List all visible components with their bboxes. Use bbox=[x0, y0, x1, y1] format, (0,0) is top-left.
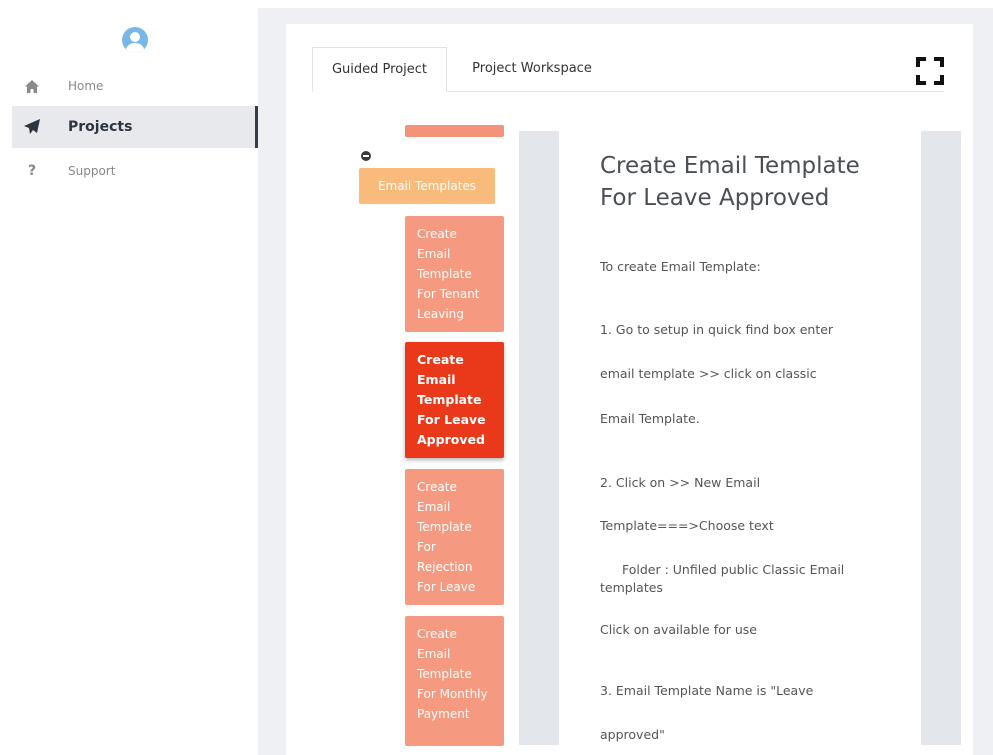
article-paragraph: To create Email Template: bbox=[600, 259, 761, 274]
sidebar-item-label: Home bbox=[68, 79, 104, 93]
tab-bar: Guided Project Project Workspace bbox=[312, 47, 944, 92]
fullscreen-icon[interactable] bbox=[916, 57, 944, 85]
article-paragraph: 2. Click on >> New Email bbox=[600, 475, 761, 490]
article-paragraph: approved" bbox=[600, 727, 665, 742]
paper-plane-icon bbox=[12, 119, 52, 135]
sidebar-item-label: Projects bbox=[68, 119, 133, 135]
question-icon: ? bbox=[27, 163, 37, 179]
sidebar-item-label: Support bbox=[68, 164, 116, 178]
tab-guided-project[interactable]: Guided Project bbox=[312, 47, 447, 92]
sidebar-item-projects[interactable]: Projects bbox=[12, 106, 258, 148]
article-paragraph: 3. Email Template Name is "Leave bbox=[600, 683, 814, 698]
article-paragraph: 1. Go to setup in quick find box enter bbox=[600, 322, 834, 337]
sidebar-item-home[interactable]: Home bbox=[12, 65, 258, 107]
article-paragraph: Click on available for use bbox=[600, 622, 757, 637]
sidebar-item-support[interactable]: ? Support bbox=[12, 150, 258, 192]
home-icon bbox=[12, 79, 52, 93]
sidebar: Home Projects ? Support bbox=[0, 0, 258, 755]
project-card bbox=[286, 24, 973, 755]
article: Create Email Template For Leave Approved bbox=[600, 150, 900, 214]
tree-category-email-templates[interactable]: Email Templates bbox=[359, 168, 495, 204]
tree-item-monthly-payment[interactable]: Create Email Template For Monthly Paymen… bbox=[405, 616, 504, 746]
tree-item-tenant-leaving[interactable]: Create Email Template For Tenant Leaving bbox=[405, 216, 504, 332]
article-paragraph: email template >> click on classic bbox=[600, 366, 817, 381]
collapse-icon[interactable] bbox=[361, 151, 371, 161]
tree-node-previous[interactable] bbox=[405, 125, 504, 137]
tab-project-workspace[interactable]: Project Workspace bbox=[464, 47, 600, 91]
article-paragraph: Template===>Choose text bbox=[600, 518, 774, 533]
article-title: Create Email Template For Leave Approved bbox=[600, 153, 860, 211]
content-gutter-left bbox=[519, 131, 559, 745]
tree-item-leave-approved[interactable]: Create Email Template For Leave Approved bbox=[405, 342, 504, 458]
user-avatar-icon[interactable] bbox=[122, 27, 148, 53]
article-paragraph: Folder : Unfiled public Classic Email te… bbox=[600, 562, 845, 595]
tree-item-rejection-for-leave[interactable]: Create Email Template For Rejection For … bbox=[405, 469, 504, 605]
article-paragraph: Email Template. bbox=[600, 411, 700, 426]
content-gutter-right bbox=[921, 131, 961, 745]
